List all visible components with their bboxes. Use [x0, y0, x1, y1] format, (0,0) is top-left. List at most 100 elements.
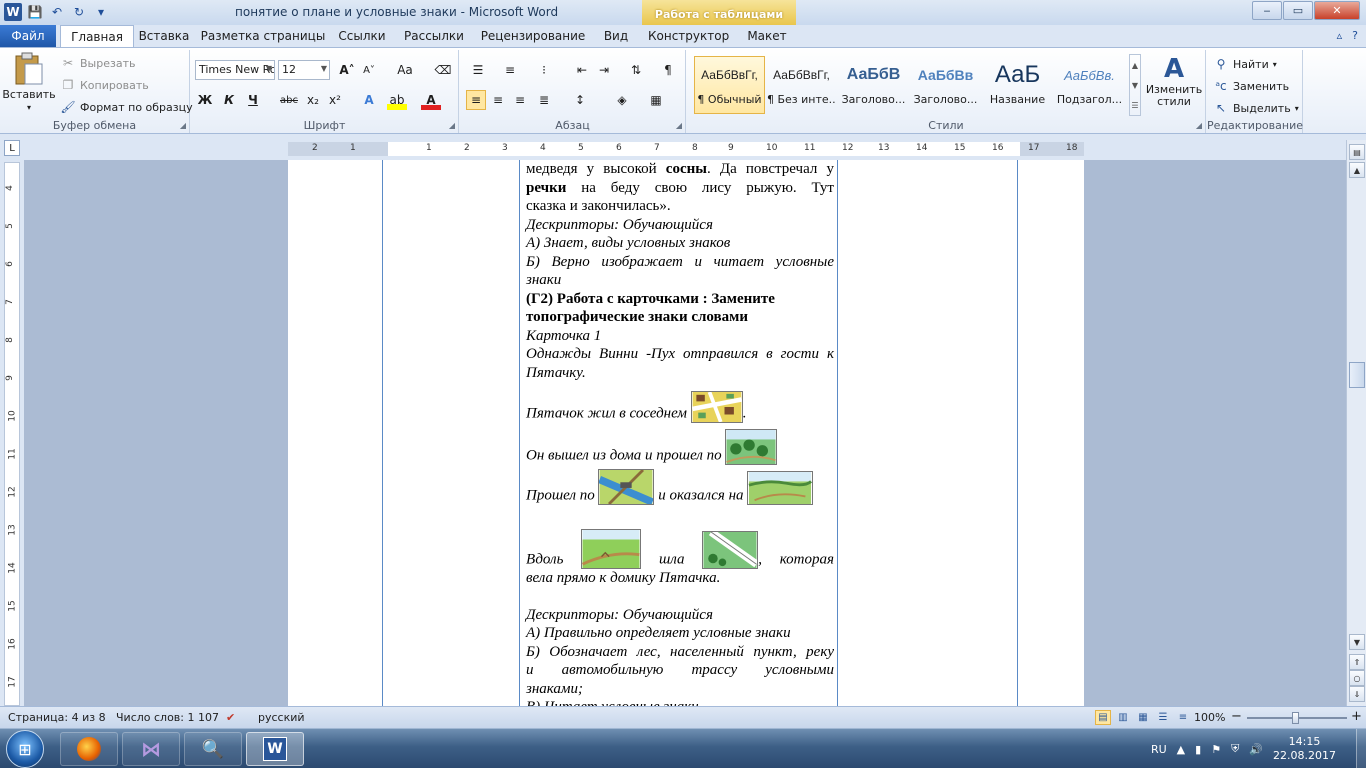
tab-references[interactable]: Ссылки	[332, 25, 392, 47]
magnifier-taskbar-button[interactable]: 🔍	[184, 732, 242, 766]
tab-file[interactable]: Файл	[0, 25, 56, 47]
web-layout-icon[interactable]: ▦	[1135, 710, 1151, 725]
font-size-combo[interactable]: 12 ▼	[278, 60, 330, 80]
visual-studio-taskbar-button[interactable]: ⋈	[122, 732, 180, 766]
zoom-in-button[interactable]: +	[1351, 709, 1362, 724]
tab-design[interactable]: Конструктор	[648, 25, 729, 47]
decrease-indent-icon[interactable]: ⇤	[572, 60, 592, 80]
scroll-down-icon[interactable]: ▼	[1349, 634, 1365, 650]
align-left-icon[interactable]: ≡	[466, 90, 486, 110]
page-indicator[interactable]: Страница: 4 из 8	[8, 711, 106, 724]
grow-font-button[interactable]: A˄	[337, 60, 357, 80]
find-button[interactable]: ⚲ Найти ▾	[1213, 56, 1277, 72]
next-page-icon[interactable]: ⇓	[1349, 686, 1365, 702]
outline-icon[interactable]: ☰	[1155, 710, 1171, 725]
paragraph-launcher-icon[interactable]: ◢	[676, 121, 682, 130]
increase-indent-icon[interactable]: ⇥	[594, 60, 614, 80]
subscript-button[interactable]: x₂	[303, 90, 323, 110]
maximize-button[interactable]: ▭	[1283, 1, 1313, 20]
show-desktop-button[interactable]	[1356, 729, 1366, 768]
shading-icon[interactable]: ◈	[612, 90, 632, 110]
tab-review[interactable]: Рецензирование	[478, 25, 588, 47]
style-subtitle[interactable]: АаБбВв. Подзагол...	[1054, 56, 1125, 114]
tab-home[interactable]: Главная	[60, 25, 134, 48]
bold-button[interactable]: Ж	[195, 90, 215, 110]
highlight-icon[interactable]: ab	[387, 90, 407, 110]
italic-button[interactable]: К	[219, 90, 239, 110]
style-normal[interactable]: АаБбВвГг, ¶ Обычный	[694, 56, 765, 114]
tab-insert[interactable]: Вставка	[134, 25, 194, 47]
word-taskbar-button[interactable]: W	[246, 732, 304, 766]
multilevel-list-icon[interactable]: ⁝	[534, 60, 554, 80]
zoom-level[interactable]: 100%	[1194, 711, 1225, 724]
show-hidden-icons-icon[interactable]: ▲	[1177, 743, 1185, 756]
styles-gallery-scroll[interactable]: ▲ ▼ ☰	[1129, 54, 1141, 116]
help-icon[interactable]: ?	[1352, 29, 1358, 42]
change-styles-button[interactable]: A Изменить стили	[1145, 54, 1203, 108]
tab-selector-icon[interactable]: L	[4, 140, 20, 156]
scroll-down-icon[interactable]: ▼	[1132, 81, 1138, 90]
ruler-toggle-icon[interactable]: ▤	[1349, 144, 1365, 160]
more-icon[interactable]: ☰	[1131, 101, 1138, 110]
paste-button[interactable]: Вставить ▾	[2, 52, 56, 112]
close-button[interactable]: ✕	[1314, 1, 1360, 20]
start-button[interactable]: ⊞	[6, 730, 44, 768]
print-layout-icon[interactable]: ▤	[1095, 710, 1111, 725]
replace-button[interactable]: ᵃc Заменить	[1213, 78, 1289, 94]
format-painter-button[interactable]: 🖌 Формат по образцу	[60, 99, 192, 115]
undo-icon[interactable]: ↶	[48, 3, 66, 21]
redo-icon[interactable]: ↻	[70, 3, 88, 21]
vertical-scrollbar[interactable]: ▤ ▲ ▼ ⇑ ○ ⇓	[1346, 140, 1366, 706]
previous-page-icon[interactable]: ⇑	[1349, 654, 1365, 670]
word-count[interactable]: Число слов: 1 107	[116, 711, 219, 724]
save-icon[interactable]: 💾	[26, 3, 44, 21]
text-effects-icon[interactable]: A	[359, 90, 379, 110]
strikethrough-button[interactable]: abc	[277, 90, 301, 110]
minimize-ribbon-icon[interactable]: ▵	[1337, 29, 1343, 42]
styles-launcher-icon[interactable]: ◢	[1196, 121, 1202, 130]
clock[interactable]: 14:15 22.08.2017	[1273, 735, 1336, 763]
tab-page-layout[interactable]: Разметка страницы	[200, 25, 326, 47]
sort-icon[interactable]: ⇅	[626, 60, 646, 80]
table-cell-content[interactable]: медведя у высокой сосны. Да повстречал у…	[526, 160, 834, 706]
clipboard-launcher-icon[interactable]: ◢	[180, 121, 186, 130]
volume-icon[interactable]: 🔊	[1249, 743, 1263, 756]
style-heading-2[interactable]: АаБбВв Заголово...	[910, 56, 981, 114]
numbering-icon[interactable]: ≡	[500, 60, 520, 80]
zoom-out-button[interactable]: −	[1231, 709, 1242, 724]
vertical-ruler[interactable]: 4 5 6 7 8 9 10 11 12 13 14 15 16 17	[4, 162, 20, 706]
full-screen-reading-icon[interactable]: ▥	[1115, 710, 1131, 725]
scroll-up-icon[interactable]: ▲	[1132, 61, 1138, 70]
font-name-combo[interactable]: Times New Ro ▼	[195, 60, 275, 80]
line-spacing-icon[interactable]: ↕	[570, 90, 590, 110]
document-page[interactable]: медведя у высокой сосны. Да повстречал у…	[288, 160, 1084, 706]
borders-icon[interactable]: ▦	[646, 90, 666, 110]
underline-button[interactable]: Ч	[243, 90, 263, 110]
bullets-icon[interactable]: ☰	[468, 60, 488, 80]
network-icon[interactable]: ▮	[1195, 743, 1201, 756]
font-color-icon[interactable]: A	[421, 90, 441, 110]
style-title[interactable]: АаБ Название	[982, 56, 1053, 114]
style-heading-1[interactable]: АаБбВ Заголово...	[838, 56, 909, 114]
clear-formatting-icon[interactable]: ⌫	[433, 60, 453, 80]
horizontal-ruler[interactable]: 2 1 1 2 3 4 5 6 7 8 9 10 11 12 13 14 15 …	[288, 142, 1084, 156]
browse-object-icon[interactable]: ○	[1349, 670, 1365, 686]
scroll-up-icon[interactable]: ▲	[1349, 162, 1365, 178]
show-formatting-icon[interactable]: ¶	[658, 60, 678, 80]
tab-mailings[interactable]: Рассылки	[400, 25, 468, 47]
cut-button[interactable]: ✂ Вырезать	[60, 55, 136, 71]
tab-view[interactable]: Вид	[598, 25, 634, 47]
proofing-icon[interactable]: ✔	[226, 711, 235, 724]
scroll-thumb[interactable]	[1349, 362, 1365, 388]
customize-qat-icon[interactable]: ▾	[92, 3, 110, 21]
select-button[interactable]: ↖ Выделить ▾	[1213, 100, 1299, 116]
zoom-slider-thumb[interactable]	[1292, 712, 1299, 724]
align-right-icon[interactable]: ≡	[510, 90, 530, 110]
firefox-taskbar-button[interactable]	[60, 732, 118, 766]
language-indicator[interactable]: русский	[258, 711, 305, 724]
flag-icon[interactable]: ⚑	[1211, 743, 1221, 756]
superscript-button[interactable]: x²	[325, 90, 345, 110]
style-no-spacing[interactable]: АаБбВвГг, ¶ Без инте...	[766, 56, 837, 114]
copy-button[interactable]: ❐ Копировать	[60, 77, 149, 93]
security-icon[interactable]: ⛨	[1231, 742, 1239, 756]
